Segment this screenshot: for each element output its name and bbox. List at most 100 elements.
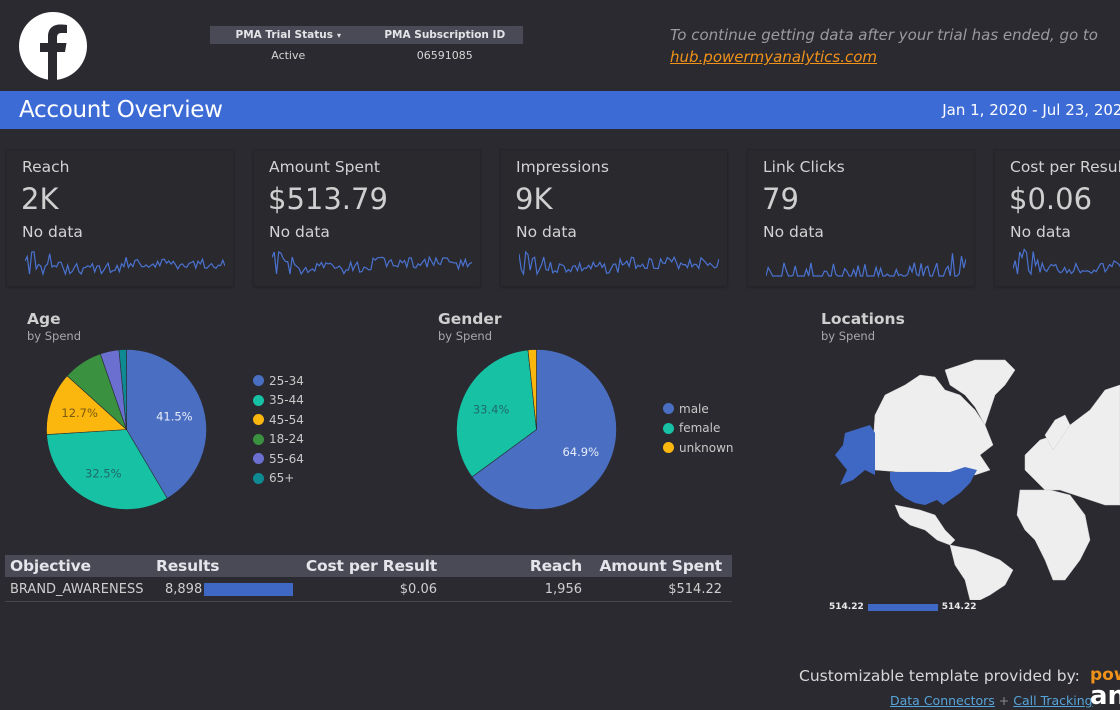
age-pie-chart[interactable]: 41.5% 32.5% 12.7% xyxy=(45,348,208,511)
brand-logo-bottom[interactable]: an xyxy=(1090,681,1120,710)
kpi-sparkline xyxy=(1013,248,1120,276)
kpi-card-cost-per-result: Cost per Result $0.06 No data xyxy=(995,150,1120,286)
col-amount-spent[interactable]: Amount Spent xyxy=(582,557,727,575)
cell-objective: BRAND_AWARENESS xyxy=(10,581,144,597)
pma-subscription-id-header[interactable]: PMA Subscription ID xyxy=(367,26,524,44)
gender-pie-chart[interactable]: 64.9% 33.4% xyxy=(455,348,618,511)
kpi-comparison: No data xyxy=(763,223,824,241)
pie-data-label: 33.4% xyxy=(473,403,510,417)
kpi-sparkline xyxy=(766,253,966,278)
gender-chart-title: Gender xyxy=(438,310,502,328)
pma-subscription-id-value: 06591085 xyxy=(416,49,473,62)
legend-swatch xyxy=(663,442,674,454)
sparkline-path xyxy=(766,253,966,278)
legend-item[interactable]: 18-24 xyxy=(253,430,304,450)
sort-caret-icon[interactable]: ▾ xyxy=(337,31,341,40)
pie-data-label: 32.5% xyxy=(85,466,122,480)
sparkline-path xyxy=(519,250,719,277)
legend-label: 25-34 xyxy=(269,373,304,388)
gender-chart-subtitle: by Spend xyxy=(438,329,493,343)
objective-table: Objective Results Cost per Result Reach … xyxy=(5,555,732,602)
map-color-legend: 514.22 514.22 xyxy=(829,602,976,612)
table-header: Objective Results Cost per Result Reach … xyxy=(5,555,732,577)
kpi-card-amount-spent: Amount Spent $513.79 No data xyxy=(254,150,480,286)
locations-chart-title: Locations xyxy=(821,310,905,328)
map-region-eurasia xyxy=(1024,384,1120,506)
map-legend-max: 514.22 xyxy=(941,602,977,612)
map-region-central-america xyxy=(894,504,956,546)
legend-swatch xyxy=(253,453,264,465)
results-value: 8,898 xyxy=(165,581,203,597)
legend-label: 35-44 xyxy=(269,393,304,408)
trial-hub-link[interactable]: hub.powermyanalytics.com xyxy=(670,48,877,66)
kpi-label: Impressions xyxy=(516,158,609,176)
legend-swatch xyxy=(253,414,264,426)
pma-status-table: PMA Trial Status ▾ PMA Subscription ID Ac… xyxy=(210,26,523,68)
legend-swatch xyxy=(253,375,264,387)
trial-message: To continue getting data after your tria… xyxy=(670,26,1098,66)
legend-item[interactable]: female xyxy=(663,419,734,439)
kpi-card-reach: Reach 2K No data xyxy=(7,150,233,286)
legend-label: male xyxy=(679,401,709,416)
call-tracking-link[interactable]: Call Tracking xyxy=(1013,693,1092,708)
legend-swatch xyxy=(253,472,264,484)
map-legend-min: 514.22 xyxy=(829,602,864,612)
cell-results: 8,898 xyxy=(153,582,293,597)
legend-item[interactable]: 45-54 xyxy=(253,410,304,430)
kpi-comparison: No data xyxy=(516,223,577,241)
date-range-picker[interactable]: Jan 1, 2020 - Jul 23, 2020 xyxy=(942,91,1120,129)
map-region-africa xyxy=(1016,489,1091,581)
kpi-comparison: No data xyxy=(22,223,83,241)
legend-item[interactable]: 55-64 xyxy=(253,449,304,469)
cell-reach: 1,956 xyxy=(544,581,582,597)
pie-data-label: 41.5% xyxy=(156,409,193,423)
col-cost-per-result[interactable]: Cost per Result xyxy=(293,557,437,575)
legend-label: 45-54 xyxy=(269,412,304,427)
legend-item[interactable]: 65+ xyxy=(253,469,304,489)
legend-swatch xyxy=(253,433,264,445)
legend-item[interactable]: male xyxy=(663,399,734,419)
locations-chart-subtitle: by Spend xyxy=(821,329,876,343)
age-legend: 25-34 35-44 45-54 18-24 55-64 65+ xyxy=(253,371,304,488)
kpi-comparison: No data xyxy=(1010,223,1071,241)
footer-credit: Customizable template provided by: xyxy=(799,667,1080,685)
kpi-label: Amount Spent xyxy=(269,158,380,176)
legend-item[interactable]: unknown xyxy=(663,438,734,458)
world-map[interactable] xyxy=(825,355,1120,600)
map-region-alaska xyxy=(835,425,875,485)
legend-label: 18-24 xyxy=(269,432,304,447)
cell-cost-per-result: $0.06 xyxy=(399,581,437,597)
pma-trial-status-header[interactable]: PMA Trial Status ▾ xyxy=(210,26,367,44)
facebook-logo-icon xyxy=(19,12,87,80)
col-results[interactable]: Results xyxy=(153,557,293,575)
kpi-value: 79 xyxy=(762,182,799,216)
sparkline-path xyxy=(25,251,225,277)
table-row[interactable]: BRAND_AWARENESS 8,898 $0.06 1,956 $514.2… xyxy=(5,577,732,602)
legend-label: 55-64 xyxy=(269,451,304,466)
sparkline-path xyxy=(1013,248,1120,276)
locations-chart-header: Locations by Spend xyxy=(821,310,905,343)
legend-item[interactable]: 35-44 xyxy=(253,391,304,411)
kpi-comparison: No data xyxy=(269,223,330,241)
kpi-card-link-clicks: Link Clicks 79 No data xyxy=(748,150,974,286)
gender-legend: male female unknown xyxy=(663,399,734,458)
page-title: Account Overview xyxy=(19,97,223,123)
data-connectors-link[interactable]: Data Connectors xyxy=(890,693,995,708)
kpi-sparkline xyxy=(25,251,225,277)
kpi-value: $0.06 xyxy=(1009,182,1093,216)
kpi-sparkline xyxy=(272,251,472,276)
legend-label: female xyxy=(679,421,721,436)
age-chart-title: Age xyxy=(27,310,61,328)
col-reach[interactable]: Reach xyxy=(437,557,582,575)
legend-item[interactable]: 25-34 xyxy=(253,371,304,391)
footer-separator: + xyxy=(998,693,1010,708)
legend-swatch xyxy=(663,422,674,434)
col-objective[interactable]: Objective xyxy=(5,557,153,575)
footer-links: Data Connectors + Call Tracking xyxy=(890,693,1093,708)
kpi-card-impressions: Impressions 9K No data xyxy=(501,150,727,286)
map-region-south-america xyxy=(949,544,1014,600)
results-bar xyxy=(204,582,293,596)
pma-trial-status-value: Active xyxy=(271,49,306,62)
pie-data-label: 12.7% xyxy=(61,406,98,420)
cell-amount-spent: $514.22 xyxy=(668,581,722,597)
